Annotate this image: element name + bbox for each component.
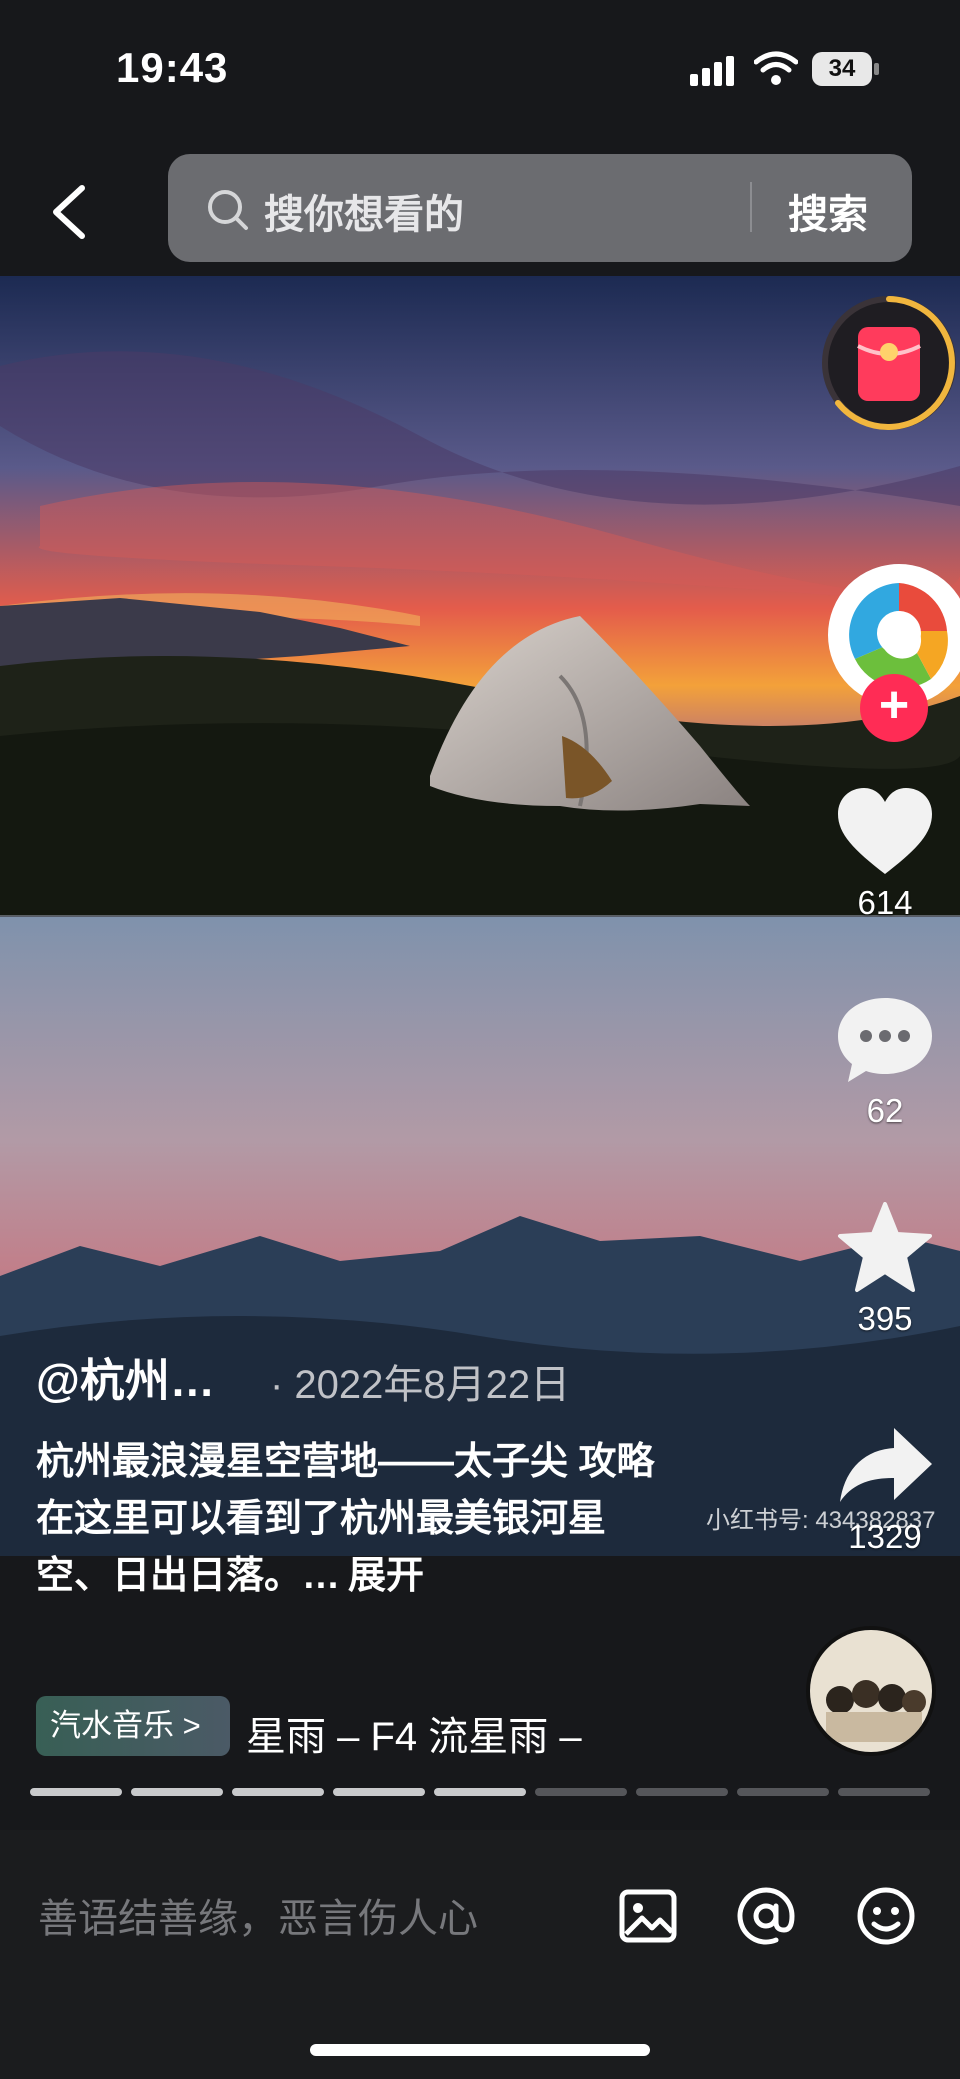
plus-icon: + <box>878 676 910 734</box>
comment-bar: 善语结善缘，恶言伤人心 <box>0 1830 960 2079</box>
progress-segment <box>131 1788 223 1796</box>
follow-button[interactable]: + <box>860 674 928 742</box>
search-icon <box>208 190 248 230</box>
music-track[interactable]: 星雨 – F4 流星雨 – <box>246 1704 582 1762</box>
post-date: · 2022年8月22日 <box>270 1363 571 1407</box>
author-name[interactable]: @杭州… <box>36 1344 215 1409</box>
search-divider <box>750 182 752 232</box>
share-icon <box>840 1428 932 1502</box>
comment-count: 62 <box>866 1092 904 1129</box>
progress-segment <box>434 1788 526 1796</box>
back-arrow-icon[interactable] <box>44 182 96 242</box>
music-app-tag[interactable]: 汽水音乐 > <box>36 1696 230 1756</box>
status-time: 19:43 <box>116 44 229 91</box>
like-count: 614 <box>857 884 913 921</box>
progress-segment <box>333 1788 425 1796</box>
comment-input[interactable]: 善语结善缘，恶言伤人心 <box>38 1886 478 1944</box>
expand-link[interactable]: 展开 <box>348 1555 424 1597</box>
progress-segment <box>232 1788 324 1796</box>
playback-progress <box>30 1788 930 1796</box>
at-icon[interactable] <box>736 1886 796 1946</box>
progress-segment <box>30 1788 122 1796</box>
battery-icon: 34 <box>812 52 879 86</box>
like-button[interactable]: 614 <box>810 786 960 922</box>
album-cover-icon <box>810 1630 932 1752</box>
comment-icon <box>838 998 932 1082</box>
home-indicator[interactable] <box>310 2044 650 2056</box>
progress-segment <box>636 1788 728 1796</box>
comment-button[interactable]: 62 <box>810 994 960 1130</box>
watermark: 小红书号: 434382837 <box>706 1507 936 1534</box>
favorite-button[interactable]: 395 <box>810 1202 960 1338</box>
share-button[interactable]: 1329 <box>810 1420 960 1556</box>
search-button[interactable]: 搜索 <box>788 182 868 240</box>
top-nav: 搜你想看的 搜索 <box>0 140 960 276</box>
wifi-icon <box>754 51 798 85</box>
favorite-count: 395 <box>857 1300 913 1337</box>
search-input[interactable]: 搜你想看的 <box>264 182 464 240</box>
battery-level: 34 <box>812 52 872 86</box>
heart-icon <box>838 788 932 874</box>
description-text: 杭州最浪漫星空营地——太子尖 攻略在这里可以看到了杭州最美银河星空、日出日落。… <box>36 1441 655 1597</box>
progress-segment <box>737 1788 829 1796</box>
progress-segment <box>535 1788 627 1796</box>
music-disc[interactable] <box>806 1626 936 1756</box>
emoji-icon[interactable] <box>856 1886 916 1946</box>
progress-segment <box>838 1788 930 1796</box>
search-bar[interactable]: 搜你想看的 搜索 <box>168 154 912 262</box>
red-packet-icon[interactable] <box>820 294 958 432</box>
image-icon[interactable] <box>618 1886 678 1946</box>
signal-icon <box>690 56 734 86</box>
star-icon <box>838 1202 932 1292</box>
status-bar: 19:43 34 <box>0 0 960 140</box>
battery-tip <box>874 63 879 75</box>
post-description: 杭州最浪漫星空营地——太子尖 攻略在这里可以看到了杭州最美银河星空、日出日落。…… <box>36 1434 676 1605</box>
